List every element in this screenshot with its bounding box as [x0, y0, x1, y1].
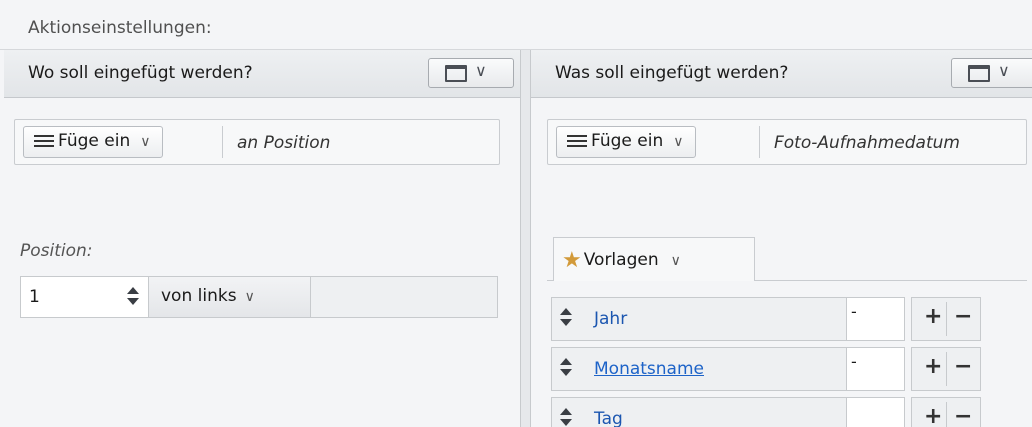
- templates-label: Vorlagen: [583, 250, 659, 270]
- chevron-down-icon: ∨: [475, 61, 487, 80]
- left-panel-title: Wo soll eingefügt werden?: [28, 63, 253, 83]
- minus-icon[interactable]: −: [954, 354, 972, 379]
- token-row: Monatsname - + −: [551, 347, 981, 391]
- left-action-row: Füge ein ∨ an Position: [14, 119, 500, 165]
- templates-button[interactable]: ★ Vorlagen ∨: [553, 237, 755, 281]
- token-row: Jahr - + −: [551, 297, 981, 341]
- right-action-description: Foto-Aufnahmedatum: [774, 133, 960, 153]
- token-separator: -: [851, 302, 857, 321]
- token-name-field[interactable]: Jahr: [551, 297, 847, 341]
- position-row: 1 von links ∨: [20, 276, 498, 318]
- up-down-spinner-icon[interactable]: [558, 307, 574, 329]
- right-panel-header: Was soll eingefügt werden? ∨: [531, 50, 1032, 98]
- minus-icon[interactable]: −: [954, 304, 972, 329]
- right-action-row: Füge ein ∨ Foto-Aufnahmedatum: [547, 119, 1027, 165]
- plus-icon[interactable]: +: [924, 304, 942, 329]
- left-action-menu-button[interactable]: Füge ein ∨: [23, 126, 164, 158]
- left-action-separator: [222, 126, 223, 158]
- token-row: Tag + −: [551, 397, 981, 427]
- token-name: Tag: [594, 409, 623, 427]
- token-name: Jahr: [594, 309, 628, 329]
- minus-icon[interactable]: −: [954, 404, 972, 427]
- right-panel-body: Füge ein ∨ Foto-Aufnahmedatum ★ Vorlagen ∨ …: [531, 99, 1032, 427]
- chevron-down-icon: ∨: [670, 253, 681, 269]
- position-input[interactable]: 1: [21, 277, 149, 317]
- left-action-description: an Position: [237, 133, 331, 153]
- window-icon: [445, 65, 467, 82]
- left-view-button[interactable]: ∨: [428, 58, 514, 88]
- left-panel-header: Wo soll eingefügt werden? ∨: [4, 50, 520, 98]
- up-down-spinner-icon[interactable]: [558, 407, 574, 427]
- insert-content-panel: Was soll eingefügt werden? ∨ Füge ein ∨ F…: [531, 50, 1032, 427]
- token-name-field[interactable]: Monatsname: [551, 347, 847, 391]
- direction-dropdown[interactable]: von links ∨: [149, 277, 311, 317]
- right-view-button[interactable]: ∨: [951, 58, 1032, 88]
- hamburger-menu-icon: [567, 132, 587, 150]
- hamburger-menu-icon: [34, 132, 54, 150]
- token-separator: -: [851, 352, 857, 371]
- token-add-remove: + −: [911, 347, 981, 391]
- chevron-down-icon: ∨: [244, 289, 255, 305]
- chevron-down-icon: ∨: [673, 134, 684, 150]
- section-title: Aktionseinstellungen:: [28, 18, 212, 38]
- direction-label: von links: [161, 286, 237, 306]
- right-panel-title: Was soll eingefügt werden?: [555, 63, 789, 83]
- insert-position-panel: Wo soll eingefügt werden? ∨ Füge ein ∨ an…: [4, 50, 520, 427]
- up-down-spinner-icon[interactable]: [125, 286, 141, 308]
- position-label: Position:: [20, 241, 93, 261]
- right-action-separator: [759, 126, 760, 158]
- token-separator-input[interactable]: [847, 397, 905, 427]
- token-separator-input[interactable]: -: [847, 347, 905, 391]
- plus-icon[interactable]: +: [924, 354, 942, 379]
- plus-icon[interactable]: +: [924, 404, 942, 427]
- panel-splitter[interactable]: [520, 50, 531, 427]
- right-action-menu-button[interactable]: Füge ein ∨: [556, 126, 697, 158]
- token-add-remove: + −: [911, 397, 981, 427]
- up-down-spinner-icon[interactable]: [558, 357, 574, 379]
- right-action-button-label: Füge ein: [591, 131, 664, 151]
- templates-row: ★ Vorlagen ∨: [547, 237, 1027, 281]
- position-value: 1: [29, 287, 40, 307]
- chevron-down-icon: ∨: [998, 61, 1010, 80]
- left-panel-body: Füge ein ∨ an Position Position: 1 von li…: [4, 99, 520, 427]
- window-icon: [968, 65, 990, 82]
- token-separator-input[interactable]: -: [847, 297, 905, 341]
- left-action-button-label: Füge ein: [58, 131, 131, 151]
- chevron-down-icon: ∨: [140, 134, 151, 150]
- star-icon: ★: [562, 248, 582, 273]
- token-name-field[interactable]: Tag: [551, 397, 847, 427]
- token-add-remove: + −: [911, 297, 981, 341]
- token-name[interactable]: Monatsname: [594, 359, 704, 379]
